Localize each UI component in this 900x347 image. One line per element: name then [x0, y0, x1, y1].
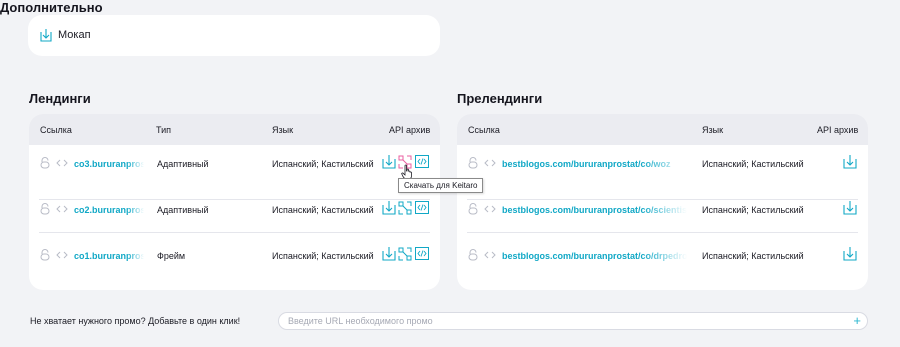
- landing-url[interactable]: co2.bururanprostat.co: [74, 205, 144, 215]
- prelandings-table-header: Ссылка Язык API архив: [457, 114, 868, 145]
- col-lang: Язык: [272, 125, 294, 135]
- download-icon[interactable]: [382, 200, 396, 215]
- download-icon[interactable]: [843, 246, 857, 261]
- lock-icon[interactable]: [40, 157, 50, 169]
- prelandings-table: Ссылка Язык API архив bestblogos.com/bur…: [457, 114, 868, 290]
- table-row: bestblogos.com/bururanprostat/co/scienti…: [457, 191, 868, 237]
- code-icon[interactable]: [484, 251, 496, 259]
- code-icon[interactable]: [56, 251, 68, 259]
- table-row: bestblogos.com/bururanprostat/co/woz Исп…: [457, 145, 868, 191]
- landing-lang: Испанский; Кастильский: [272, 251, 374, 261]
- code-icon[interactable]: [484, 159, 496, 167]
- col-link: Ссылка: [40, 125, 72, 135]
- landing-type: Фрейм: [157, 251, 186, 261]
- mockup-download[interactable]: Мокап: [40, 28, 91, 42]
- download-icon[interactable]: [382, 154, 396, 169]
- download-icon[interactable]: [382, 246, 396, 261]
- col-api: API архив: [389, 125, 431, 135]
- landing-lang: Испанский; Кастильский: [272, 205, 374, 215]
- api-code-icon[interactable]: [415, 155, 429, 168]
- lock-icon[interactable]: [468, 249, 478, 261]
- code-icon[interactable]: [56, 159, 68, 167]
- extra-section-title: Дополнительно: [0, 0, 103, 15]
- keitaro-icon[interactable]: [398, 247, 412, 261]
- col-link: Ссылка: [468, 125, 500, 135]
- lock-icon[interactable]: [468, 203, 478, 215]
- prelanding-lang: Испанский; Кастильский: [702, 205, 804, 215]
- api-code-icon[interactable]: [415, 201, 429, 214]
- prelanding-lang: Испанский; Кастильский: [702, 251, 804, 261]
- landing-lang: Испанский; Кастильский: [272, 159, 374, 169]
- divider: [467, 232, 858, 233]
- code-icon[interactable]: [484, 205, 496, 213]
- prelanding-url[interactable]: bestblogos.com/bururanprostat/co/woz: [502, 159, 687, 169]
- plus-icon[interactable]: +: [853, 314, 861, 328]
- prelanding-url[interactable]: bestblogos.com/bururanprostat/co/drpedro: [502, 251, 687, 261]
- landing-type: Адаптивный: [157, 159, 209, 169]
- divider: [39, 232, 430, 233]
- lock-icon[interactable]: [468, 157, 478, 169]
- keitaro-tooltip: Скачать для Keitaro: [398, 178, 484, 193]
- landings-table: Ссылка Тип Язык API архив co3.bururanpro…: [29, 114, 440, 290]
- extra-card: Мокап: [28, 15, 440, 56]
- download-icon[interactable]: [843, 200, 857, 215]
- prelanding-url[interactable]: bestblogos.com/bururanprostat/co/scienti…: [502, 205, 687, 215]
- table-row: co3.bururanprostat.co Адаптивный Испанск…: [29, 145, 440, 191]
- col-type: Тип: [156, 125, 172, 135]
- lock-icon[interactable]: [40, 249, 50, 261]
- landings-table-header: Ссылка Тип Язык API архив: [29, 114, 440, 145]
- prelandings-title: Прелендинги: [457, 91, 543, 106]
- download-icon[interactable]: [843, 154, 857, 169]
- landing-type: Адаптивный: [157, 205, 209, 215]
- keitaro-icon[interactable]: [398, 201, 412, 215]
- lock-icon[interactable]: [40, 203, 50, 215]
- prelanding-lang: Испанский; Кастильский: [702, 159, 804, 169]
- landing-url[interactable]: co1.bururanprostat.co: [74, 251, 144, 261]
- table-row: co1.bururanprostat.co Фрейм Испанский; К…: [29, 237, 440, 283]
- mockup-label: Мокап: [58, 29, 91, 41]
- code-icon[interactable]: [56, 205, 68, 213]
- col-lang: Язык: [702, 125, 724, 135]
- download-icon: [40, 29, 52, 42]
- promo-url-input[interactable]: [288, 315, 828, 327]
- api-code-icon[interactable]: [415, 247, 429, 260]
- promo-label: Не хватает нужного промо? Добавьте в оди…: [30, 316, 241, 326]
- col-api: API архив: [817, 125, 859, 135]
- promo-url-field[interactable]: +: [278, 312, 868, 330]
- table-row: co2.bururanprostat.co Адаптивный Испанск…: [29, 191, 440, 237]
- table-row: bestblogos.com/bururanprostat/co/drpedro…: [457, 237, 868, 283]
- landings-title: Лендинги: [29, 91, 91, 106]
- landing-url[interactable]: co3.bururanprostat.co: [74, 159, 144, 169]
